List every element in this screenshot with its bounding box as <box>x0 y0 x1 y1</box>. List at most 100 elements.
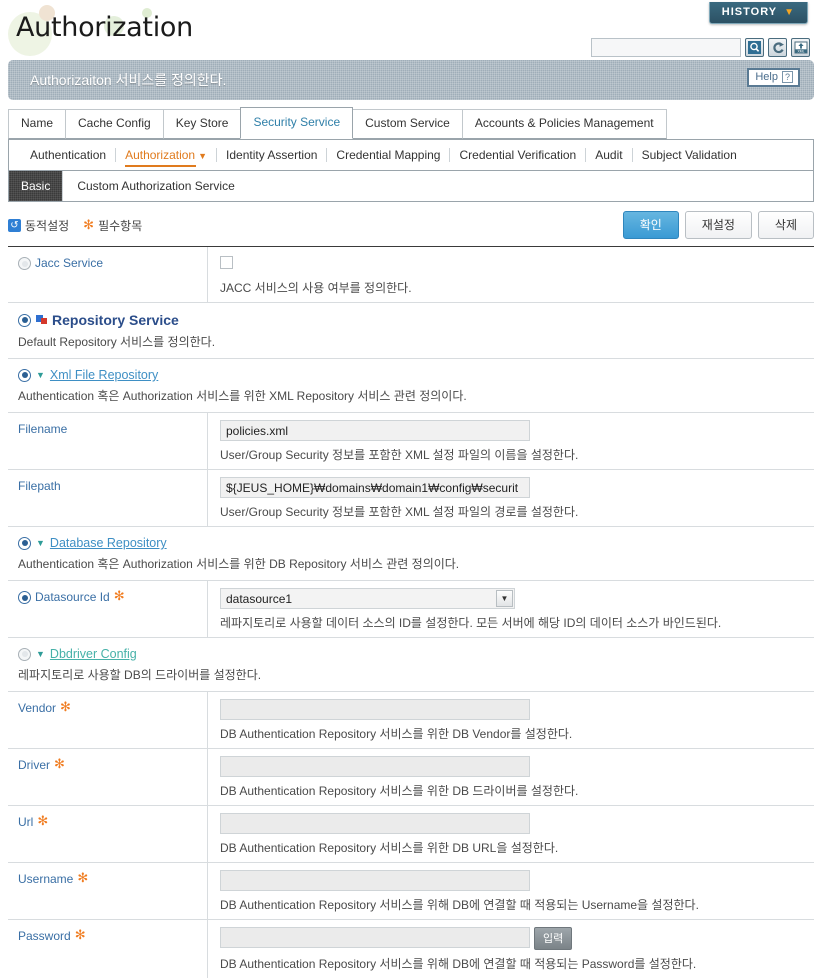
subtab-label: Credential Mapping <box>336 148 441 162</box>
datasource-id-radio[interactable] <box>18 591 31 604</box>
chevron-down-icon: ▼ <box>784 6 795 18</box>
search-icon[interactable] <box>745 38 764 57</box>
page-description-banner: Authorizaiton 서비스를 정의한다. Help ? <box>8 60 814 100</box>
driver-input[interactable] <box>220 756 530 777</box>
tab-label: Key Store <box>175 116 229 130</box>
xml-file-repository-link[interactable]: Xml File Repository <box>50 368 158 382</box>
url-label-cell: Url ✻ <box>8 806 208 862</box>
legend-dynamic: ↺ 동적설정 <box>8 217 69 234</box>
section-dbdriver-config: ▼ Dbdriver Config 레파지토리로 사용할 DB의 드라이버를 설… <box>8 637 814 691</box>
dbdriver-config-header: ▼ Dbdriver Config <box>18 647 814 661</box>
action-bar: ↺ 동적설정 ✻ 필수항목 확인 재설정 삭제 <box>8 210 814 240</box>
tab-cache-config[interactable]: Cache Config <box>65 109 164 139</box>
tab-custom-service[interactable]: Custom Service <box>352 109 463 139</box>
form-row-username: Username ✻ DB Authentication Repository 서비… <box>8 862 814 919</box>
filename-label: Filename <box>18 422 68 436</box>
repository-service-description: Default Repository 서비스를 정의한다. <box>18 335 216 349</box>
jacc-service-radio[interactable] <box>18 257 31 270</box>
url-input[interactable] <box>220 813 530 834</box>
banner-text: Authorizaiton 서비스를 정의한다. <box>30 72 227 88</box>
asterisk-icon: ✻ <box>83 217 95 232</box>
triangle-down-icon[interactable]: ▼ <box>36 370 45 380</box>
legend: ↺ 동적설정 ✻ 필수항목 <box>8 217 142 234</box>
subtab-credential-mapping[interactable]: Credential Mapping <box>326 148 449 162</box>
tab3-custom-authorization-service[interactable]: Custom Authorization Service <box>62 171 248 201</box>
password-description: DB Authentication Repository 서비스를 위해 DB에… <box>220 957 697 971</box>
database-repository-radio[interactable] <box>18 536 31 550</box>
subtab-credential-verification[interactable]: Credential Verification <box>449 148 585 162</box>
form-row-filepath: Filepath User/Group Security 정보를 포함한 XML … <box>8 469 814 526</box>
datasource-id-description: 레파지토리로 사용할 데이터 소스의 ID를 설정한다. 모든 서버에 해당 I… <box>220 616 722 630</box>
jacc-service-description: JACC 서비스의 사용 여부를 정의한다. <box>220 281 412 295</box>
filename-label-cell: Filename <box>8 413 208 469</box>
repository-service-header: Repository Service <box>18 312 814 328</box>
dbdriver-config-link[interactable]: Dbdriver Config <box>50 647 137 661</box>
tab-navigation: Name Cache Config Key Store Security Servic… <box>8 107 814 202</box>
triangle-down-icon[interactable]: ▼ <box>36 538 45 548</box>
asterisk-icon: ✻ <box>113 588 125 603</box>
username-input[interactable] <box>220 870 530 891</box>
tab-key-store[interactable]: Key Store <box>162 109 242 139</box>
subtab-label: Authentication <box>30 148 107 162</box>
page-header: Authorization HISTORY ▼ XML <box>0 0 822 60</box>
search-toolbar: XML <box>591 38 810 57</box>
subtab-identity-assertion[interactable]: Identity Assertion <box>216 148 326 162</box>
reload-icon[interactable] <box>768 38 787 57</box>
search-input[interactable] <box>591 38 741 57</box>
filepath-description: User/Group Security 정보를 포함한 XML 설정 파일의 경… <box>220 505 579 519</box>
action-buttons: 확인 재설정 삭제 <box>622 211 814 239</box>
driver-label: Driver <box>18 758 50 772</box>
password-value-cell: 입력 DB Authentication Repository 서비스를 위해 D… <box>208 920 814 978</box>
vendor-input[interactable] <box>220 699 530 720</box>
filename-description: User/Group Security 정보를 포함한 XML 설정 파일의 이… <box>220 448 579 462</box>
tab-label: Security Service <box>253 115 341 129</box>
repository-service-radio[interactable] <box>18 313 31 327</box>
url-label: Url <box>18 815 34 829</box>
subtab-authentication[interactable]: Authentication <box>21 148 115 162</box>
help-label: Help <box>755 71 778 83</box>
reset-button[interactable]: 재설정 <box>684 211 752 239</box>
password-input-button[interactable]: 입력 <box>534 927 573 950</box>
tab-accounts-policies-management[interactable]: Accounts & Policies Management <box>461 109 667 139</box>
triangle-down-icon[interactable]: ▼ <box>36 649 45 659</box>
password-input[interactable] <box>220 927 530 948</box>
database-repository-link[interactable]: Database Repository <box>50 536 167 550</box>
driver-label-cell: Driver ✻ <box>8 749 208 805</box>
dbdriver-config-description: 레파지토리로 사용할 DB의 드라이버를 설정한다. <box>18 668 262 682</box>
xml-file-repository-description: Authentication 혹은 Authorization 서비스를 위한 … <box>18 389 467 403</box>
tab3-basic[interactable]: Basic <box>9 171 62 201</box>
chevron-down-icon[interactable]: ▼ <box>198 151 207 161</box>
filepath-input[interactable] <box>220 477 530 498</box>
form-row-jacc-service: Jacc Service JACC 서비스의 사용 여부를 정의한다. <box>8 246 814 302</box>
repository-service-title: Repository Service <box>52 312 179 328</box>
database-repository-header: ▼ Database Repository <box>18 536 814 550</box>
sub-tab-strip: Authentication Authorization ▼ Identity Ass… <box>8 140 814 171</box>
subtab-audit[interactable]: Audit <box>585 148 631 162</box>
xml-file-repository-radio[interactable] <box>18 368 31 382</box>
filename-input[interactable] <box>220 420 530 441</box>
datasource-id-label: Datasource Id <box>35 590 110 604</box>
dynamic-config-icon: ↺ <box>8 218 21 232</box>
asterisk-icon: ✻ <box>54 756 65 771</box>
page-title: Authorization <box>16 12 193 43</box>
delete-button[interactable]: 삭제 <box>757 211 814 239</box>
jacc-service-checkbox[interactable] <box>220 256 233 269</box>
datasource-id-select[interactable]: datasource1 ▼ <box>220 588 515 609</box>
form-row-vendor: Vendor ✻ DB Authentication Repository 서비스를… <box>8 691 814 748</box>
form-row-datasource-id: Datasource Id ✻ datasource1 ▼ 레파지토리로 사용할… <box>8 580 814 637</box>
dbdriver-config-radio[interactable] <box>18 647 31 661</box>
xml-export-icon[interactable]: XML <box>791 38 810 57</box>
confirm-button[interactable]: 확인 <box>622 211 679 239</box>
subtab-subject-validation[interactable]: Subject Validation <box>631 148 746 162</box>
history-button[interactable]: HISTORY ▼ <box>708 2 808 24</box>
driver-value-cell: DB Authentication Repository 서비스를 위한 DB … <box>208 749 814 805</box>
subtab-authorization[interactable]: Authorization ▼ <box>115 148 216 167</box>
question-mark-icon: ? <box>781 71 793 83</box>
legend-required: ✻ 필수항목 <box>83 217 142 234</box>
chevron-down-icon[interactable]: ▼ <box>496 590 513 607</box>
help-button[interactable]: Help ? <box>747 68 800 87</box>
jacc-service-label: Jacc Service <box>35 256 104 270</box>
legend-dynamic-label: 동적설정 <box>25 218 70 233</box>
tab-name[interactable]: Name <box>8 109 67 139</box>
tab-security-service[interactable]: Security Service <box>240 107 354 139</box>
